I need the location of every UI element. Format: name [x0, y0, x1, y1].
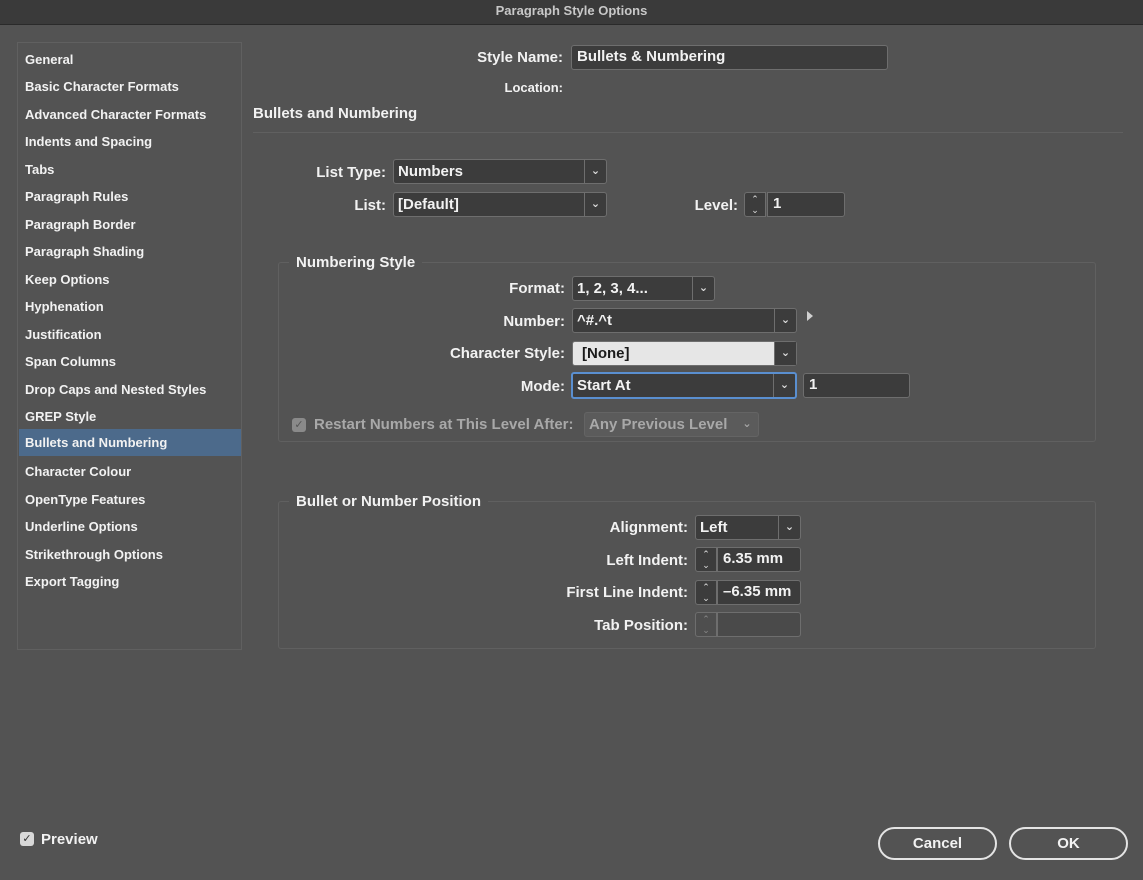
restart-after-dropdown[interactable]: Any Previous Level ⌄: [584, 412, 759, 437]
number-label: Number:: [503, 313, 565, 330]
chevron-down-icon: ⌄: [742, 418, 752, 430]
alignment-label: Alignment:: [609, 519, 688, 536]
format-value: 1, 2, 3, 4...: [577, 280, 648, 297]
ok-button[interactable]: OK: [1009, 827, 1128, 860]
sidebar-item-paragraph-rules[interactable]: Paragraph Rules: [19, 183, 241, 210]
level-label: Level:: [694, 197, 738, 214]
sidebar-item-export-tagging[interactable]: Export Tagging: [19, 568, 241, 595]
left-indent-stepper-icon[interactable]: ⌃ ⌄: [695, 547, 717, 572]
first-line-indent-stepper-icon[interactable]: ⌃ ⌄: [695, 580, 717, 605]
sidebar-item-general[interactable]: General: [19, 46, 241, 73]
first-line-indent-label: First Line Indent:: [566, 584, 688, 601]
sidebar-item-drop-caps[interactable]: Drop Caps and Nested Styles: [19, 376, 241, 403]
sidebar-item-bullets-and-numbering[interactable]: Bullets and Numbering: [19, 429, 241, 456]
format-label: Format:: [509, 280, 565, 297]
sidebar-item-tabs[interactable]: Tabs: [19, 156, 241, 183]
mode-value: Start At: [577, 377, 631, 394]
triangle-right-icon[interactable]: [807, 311, 813, 321]
sidebar-item-basic-character-formats[interactable]: Basic Character Formats: [19, 73, 241, 100]
list-type-value: Numbers: [398, 163, 464, 180]
position-title: Bullet or Number Position: [289, 493, 489, 510]
chevron-down-icon: ⌄: [692, 277, 714, 300]
sidebar-item-grep-style[interactable]: GREP Style: [19, 403, 241, 430]
sidebar-item-paragraph-border[interactable]: Paragraph Border: [19, 211, 241, 238]
category-sidebar: General Basic Character Formats Advanced…: [17, 42, 242, 650]
alignment-dropdown[interactable]: Left ⌄: [695, 515, 801, 540]
list-label: List:: [354, 197, 386, 214]
level-field[interactable]: 1: [767, 192, 845, 217]
list-dropdown[interactable]: [Default] ⌄: [393, 192, 607, 217]
left-indent-field[interactable]: 6.35 mm: [717, 547, 801, 572]
sidebar-item-indents-and-spacing[interactable]: Indents and Spacing: [19, 128, 241, 155]
tab-position-field[interactable]: [717, 612, 801, 637]
sidebar-item-span-columns[interactable]: Span Columns: [19, 348, 241, 375]
location-label: Location:: [504, 80, 564, 95]
window-title: Paragraph Style Options: [0, 0, 1143, 25]
sidebar-item-keep-options[interactable]: Keep Options: [19, 266, 241, 293]
chevron-down-icon: ⌄: [584, 160, 606, 183]
character-style-dropdown[interactable]: [None] ⌄: [572, 341, 797, 366]
checkmark-icon: ✓: [22, 833, 32, 845]
checkmark-icon: ✓: [294, 419, 304, 431]
cancel-button[interactable]: Cancel: [878, 827, 997, 860]
character-style-label: Character Style:: [449, 345, 565, 362]
level-stepper-icon[interactable]: ⌃ ⌄: [744, 192, 766, 217]
chevron-down-icon: ⌄: [774, 342, 796, 365]
list-type-dropdown[interactable]: Numbers ⌄: [393, 159, 607, 184]
alignment-value: Left: [700, 519, 728, 536]
section-divider: [253, 132, 1123, 133]
numbering-style-title: Numbering Style: [289, 254, 423, 271]
chevron-down-icon: ⌄: [774, 309, 796, 332]
left-indent-label: Left Indent:: [606, 552, 688, 569]
sidebar-item-paragraph-shading[interactable]: Paragraph Shading: [19, 238, 241, 265]
restart-after-value: Any Previous Level: [589, 416, 728, 433]
sidebar-item-opentype-features[interactable]: OpenType Features: [19, 486, 241, 513]
tab-position-label: Tab Position:: [594, 617, 688, 634]
start-at-field[interactable]: 1: [803, 373, 910, 398]
style-name-label: Style Name:: [477, 49, 563, 66]
list-value: [Default]: [398, 196, 459, 213]
sidebar-item-character-colour[interactable]: Character Colour: [19, 458, 241, 485]
restart-numbers-checkbox[interactable]: ✓: [292, 418, 306, 432]
chevron-down-icon: ⌄: [584, 193, 606, 216]
list-type-label: List Type:: [316, 164, 386, 181]
chevron-down-icon: ⌄: [773, 374, 795, 397]
preview-checkbox[interactable]: ✓: [20, 832, 34, 846]
first-line-indent-field[interactable]: –6.35 mm: [717, 580, 801, 605]
chevron-down-icon: ⌄: [778, 516, 800, 539]
format-dropdown[interactable]: 1, 2, 3, 4... ⌄: [572, 276, 715, 301]
sidebar-item-strikethrough-options[interactable]: Strikethrough Options: [19, 541, 241, 568]
mode-dropdown[interactable]: Start At ⌄: [571, 372, 797, 399]
sidebar-item-justification[interactable]: Justification: [19, 321, 241, 348]
sidebar-item-advanced-character-formats[interactable]: Advanced Character Formats: [19, 101, 241, 128]
sidebar-item-hyphenation[interactable]: Hyphenation: [19, 293, 241, 320]
preview-label: Preview: [41, 831, 98, 848]
section-title: Bullets and Numbering: [253, 105, 418, 122]
restart-numbers-label: Restart Numbers at This Level After:: [314, 416, 574, 433]
number-field[interactable]: ^#.^t ⌄: [572, 308, 797, 333]
character-style-value: [None]: [582, 345, 630, 362]
mode-label: Mode:: [520, 378, 565, 395]
number-value: ^#.^t: [577, 312, 613, 329]
sidebar-item-underline-options[interactable]: Underline Options: [19, 513, 241, 540]
tab-position-stepper-icon[interactable]: ⌃ ⌄: [695, 612, 717, 637]
style-name-field[interactable]: Bullets & Numbering: [571, 45, 888, 70]
